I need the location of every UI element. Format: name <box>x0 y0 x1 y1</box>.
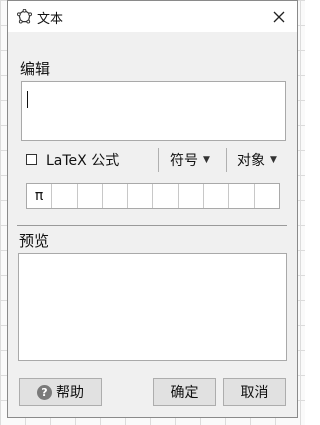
text-caret <box>27 91 28 108</box>
ok-button[interactable]: 确定 <box>153 378 216 406</box>
polygon-logo-icon <box>17 9 32 24</box>
toolbar-separator <box>158 148 159 172</box>
symbol-cell[interactable] <box>153 184 179 208</box>
symbol-cell[interactable] <box>78 184 103 208</box>
symbol-cell[interactable] <box>255 184 279 208</box>
title-bar: 文本 <box>8 1 297 32</box>
text-dialog: 文本 编辑 LaTeX 公式 符号 ▼ 对象 ▼ π 预览 ? 帮助 确定 取消 <box>7 0 298 418</box>
edit-toolbar: LaTeX 公式 符号 ▼ 对象 ▼ <box>18 148 286 174</box>
symbol-cell[interactable]: π <box>27 184 53 208</box>
objects-dropdown[interactable]: 对象 ▼ <box>237 150 277 170</box>
help-icon: ? <box>37 384 52 400</box>
text-input-area[interactable] <box>21 81 286 141</box>
close-icon <box>273 11 285 22</box>
latex-label[interactable]: LaTeX 公式 <box>46 150 119 170</box>
symbols-dropdown[interactable]: 符号 ▼ <box>170 150 210 170</box>
symbol-cell[interactable] <box>179 184 205 208</box>
symbol-cell[interactable] <box>103 184 129 208</box>
objects-label: 对象 <box>237 153 265 169</box>
symbol-cell[interactable] <box>128 184 154 208</box>
help-button-label: 帮助 <box>56 385 84 401</box>
symbol-palette: π <box>26 183 280 209</box>
symbols-label: 符号 <box>170 153 198 169</box>
symbol-cell[interactable] <box>229 184 255 208</box>
cancel-button-label: 取消 <box>240 385 269 401</box>
cancel-button[interactable]: 取消 <box>223 378 286 406</box>
edit-panel: LaTeX 公式 符号 ▼ 对象 ▼ π <box>17 49 287 223</box>
latex-checkbox[interactable] <box>26 154 37 165</box>
window-title: 文本 <box>37 12 64 27</box>
symbol-cell[interactable] <box>204 184 230 208</box>
preview-section-label: 预览 <box>19 232 50 250</box>
help-button[interactable]: ? 帮助 <box>19 378 102 406</box>
toolbar-separator <box>226 148 227 172</box>
chevron-down-icon: ▼ <box>270 155 277 165</box>
section-divider <box>17 225 287 226</box>
preview-area <box>18 253 287 361</box>
ok-button-label: 确定 <box>170 385 199 401</box>
symbol-cell[interactable] <box>52 184 78 208</box>
chevron-down-icon: ▼ <box>203 155 210 165</box>
close-button[interactable] <box>261 1 297 32</box>
